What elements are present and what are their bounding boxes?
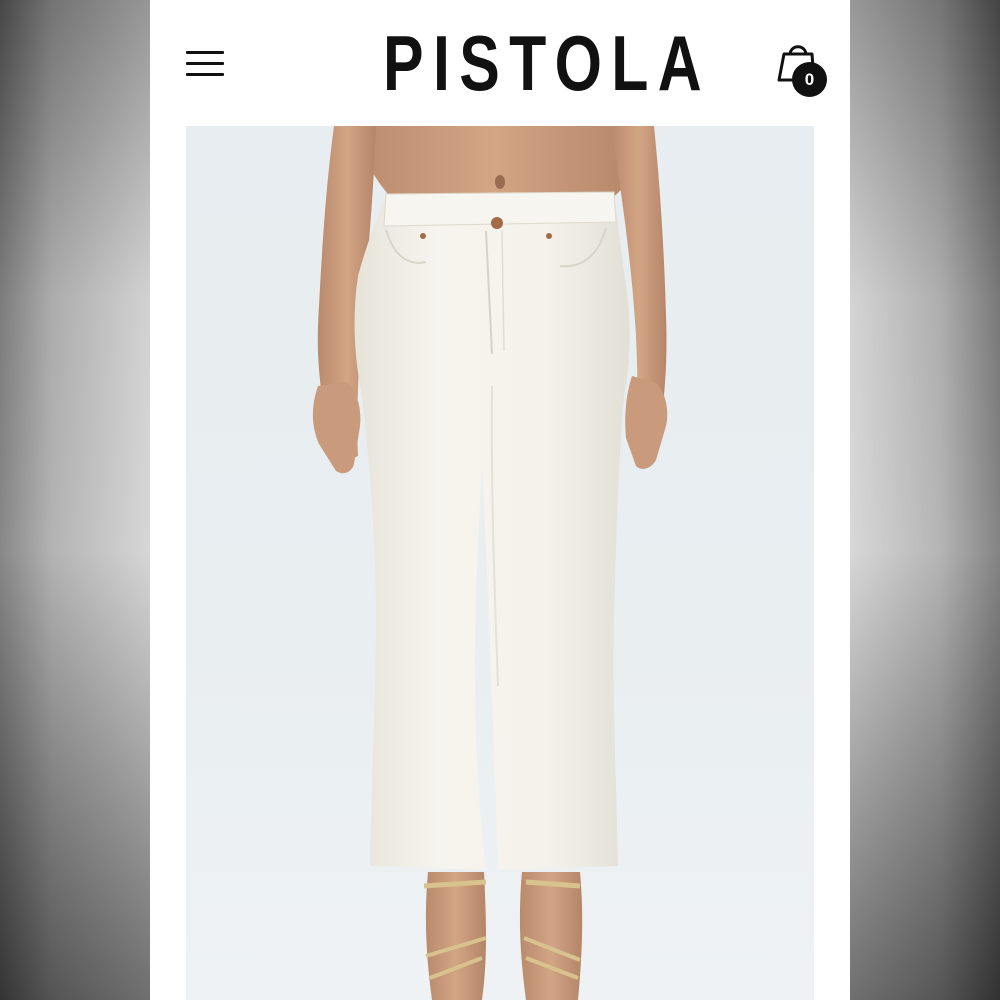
product-photo-white-flare-jeans [312, 126, 668, 1000]
right-blurred-backdrop [850, 0, 1000, 1000]
menu-button[interactable] [186, 48, 224, 80]
cart-button[interactable]: 0 [770, 40, 830, 100]
mobile-page: PISTOLA 0 [150, 0, 850, 1000]
product-image[interactable] [186, 126, 814, 1000]
hamburger-menu-icon [186, 51, 224, 54]
left-blurred-backdrop [0, 0, 150, 1000]
site-header: PISTOLA 0 [150, 0, 850, 125]
brand-logo[interactable]: PISTOLA [383, 18, 702, 108]
cart-count-badge: 0 [792, 62, 827, 97]
